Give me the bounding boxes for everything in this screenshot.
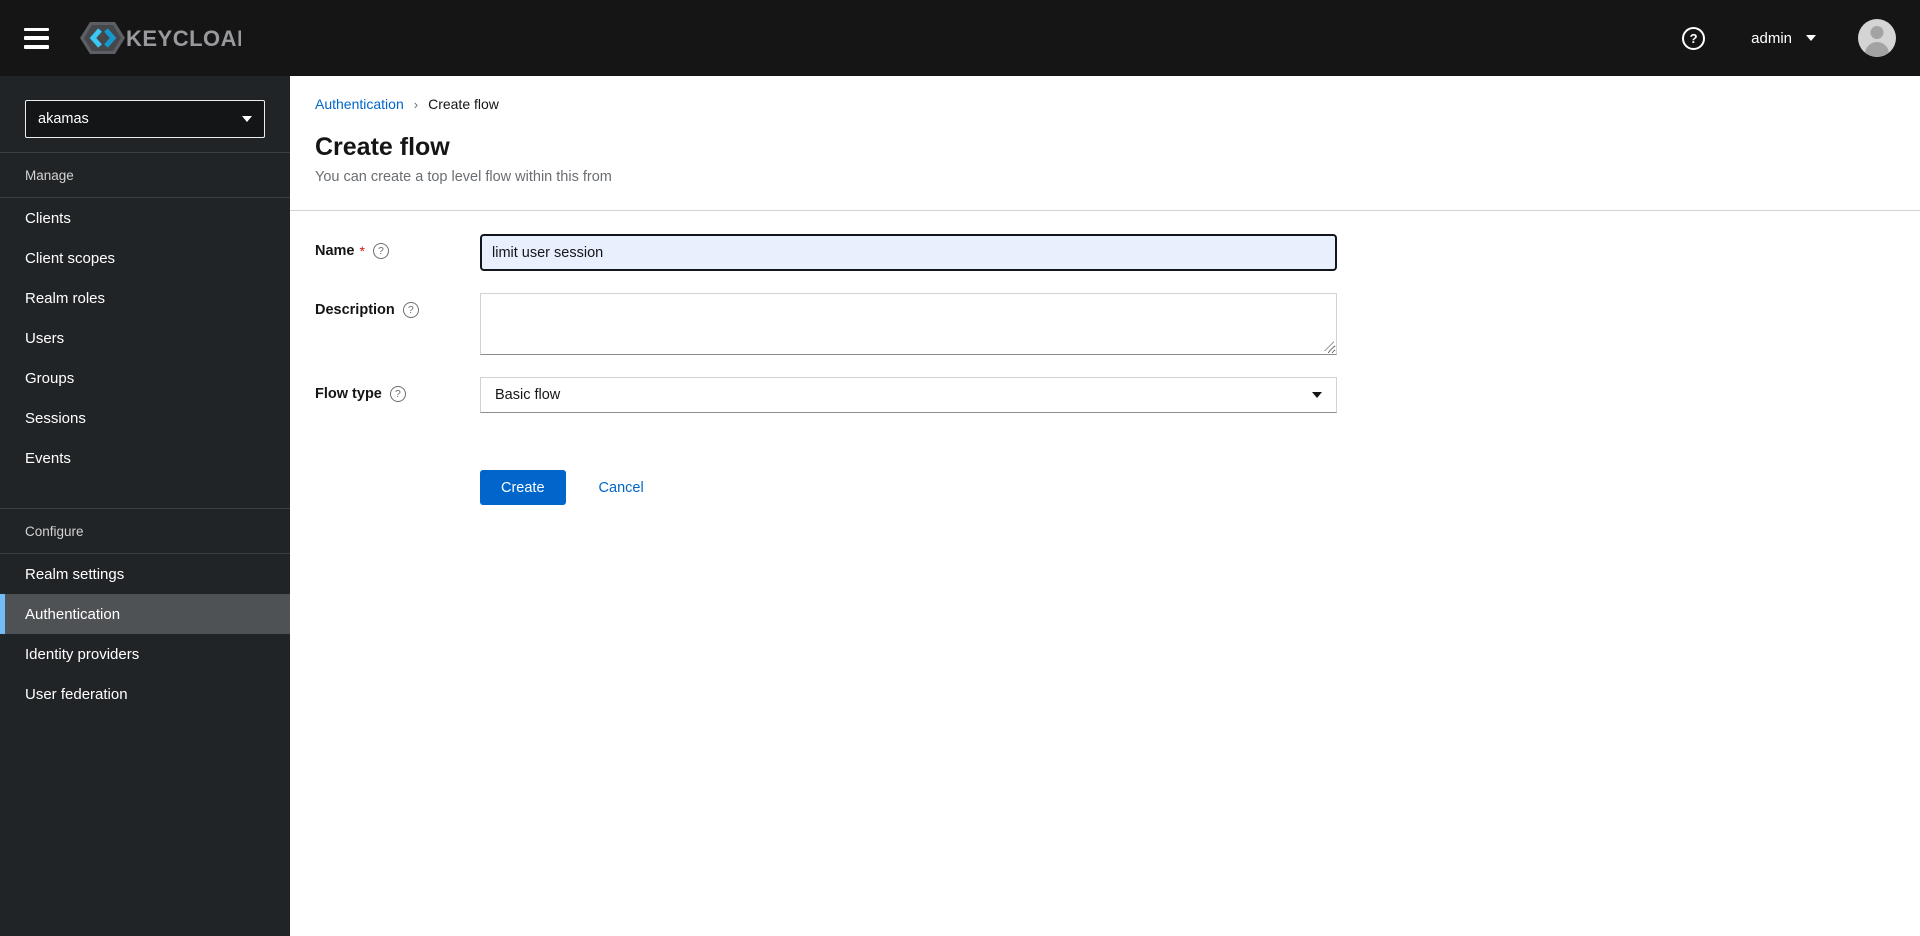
realm-selector-label: akamas [38, 111, 89, 127]
avatar[interactable] [1858, 19, 1896, 57]
sidebar-item-groups[interactable]: Groups [0, 358, 290, 398]
flow-type-selected-value: Basic flow [495, 387, 561, 403]
chevron-down-icon [1806, 35, 1816, 41]
breadcrumb-current: Create flow [428, 96, 499, 112]
brand-text: KEYCLOAK [126, 26, 241, 51]
main-content: Authentication › Create flow Create flow… [290, 76, 1920, 936]
sidebar-item-authentication[interactable]: Authentication [0, 594, 290, 634]
header-divider [290, 210, 1920, 211]
nav-section-title-manage: Manage [0, 152, 290, 198]
name-field-cell [480, 234, 1337, 271]
sidebar-item-realm-settings[interactable]: Realm settings [0, 554, 290, 594]
nav-section-configure: Configure Realm settings Authentication … [0, 508, 290, 714]
description-field-cell [480, 293, 1337, 355]
sidebar-item-realm-roles[interactable]: Realm roles [0, 278, 290, 318]
cancel-button[interactable]: Cancel [599, 480, 644, 496]
form-actions: Create Cancel [480, 470, 1337, 505]
flow-type-label-text: Flow type [315, 386, 382, 402]
breadcrumb-separator: › [413, 96, 419, 112]
name-input[interactable] [480, 234, 1337, 271]
required-asterisk: * [359, 243, 365, 259]
avatar-head-icon [1870, 26, 1884, 39]
sidebar-item-user-federation[interactable]: User federation [0, 674, 290, 714]
name-help-icon[interactable]: ? [372, 243, 389, 259]
nav-section-manage: Manage Clients Client scopes Realm roles… [0, 152, 290, 478]
description-textarea[interactable] [480, 293, 1337, 355]
sidebar-item-events[interactable]: Events [0, 438, 290, 478]
flow-type-select[interactable]: Basic flow [480, 377, 1337, 413]
chevron-down-icon [1312, 392, 1322, 398]
sidebar-item-client-scopes[interactable]: Client scopes [0, 238, 290, 278]
flow-type-help-icon[interactable]: ? [389, 386, 406, 402]
description-label-text: Description [315, 302, 395, 318]
nav-section-title-configure: Configure [0, 508, 290, 554]
hamburger-icon[interactable] [24, 27, 49, 49]
description-help-icon[interactable]: ? [402, 302, 419, 318]
name-field-label: Name * ? [315, 234, 480, 259]
keycloak-logo-icon: KEYCLOAK [80, 22, 241, 54]
user-menu[interactable]: admin [1751, 30, 1816, 47]
sidebar-item-identity-providers[interactable]: Identity providers [0, 634, 290, 674]
help-icon[interactable]: ? [1682, 26, 1706, 50]
create-flow-form: Name * ? Description ? Flow type ? Basic… [315, 234, 1895, 505]
user-menu-label: admin [1751, 29, 1792, 47]
create-button[interactable]: Create [480, 470, 566, 505]
sidebar-item-users[interactable]: Users [0, 318, 290, 358]
keycloak-logo: KEYCLOAK [79, 18, 241, 58]
avatar-torso-icon [1865, 42, 1889, 57]
page-title: Create flow [315, 133, 450, 161]
breadcrumb-link-authentication[interactable]: Authentication [315, 96, 404, 112]
page-subtitle: You can create a top level flow within t… [315, 169, 612, 185]
realm-selector[interactable]: akamas [25, 100, 265, 138]
masthead-right: ? admin [1682, 19, 1896, 57]
chevron-down-icon [242, 116, 252, 122]
sidebar-item-clients[interactable]: Clients [0, 198, 290, 238]
sidebar-item-sessions[interactable]: Sessions [0, 398, 290, 438]
flow-type-field-label: Flow type ? [315, 377, 480, 402]
sidebar: akamas Manage Clients Client scopes Real… [0, 76, 290, 936]
masthead: KEYCLOAK ? admin [0, 0, 1920, 76]
description-field-label: Description ? [315, 293, 480, 318]
name-label-text: Name [315, 243, 355, 259]
breadcrumb: Authentication › Create flow [315, 96, 1895, 112]
